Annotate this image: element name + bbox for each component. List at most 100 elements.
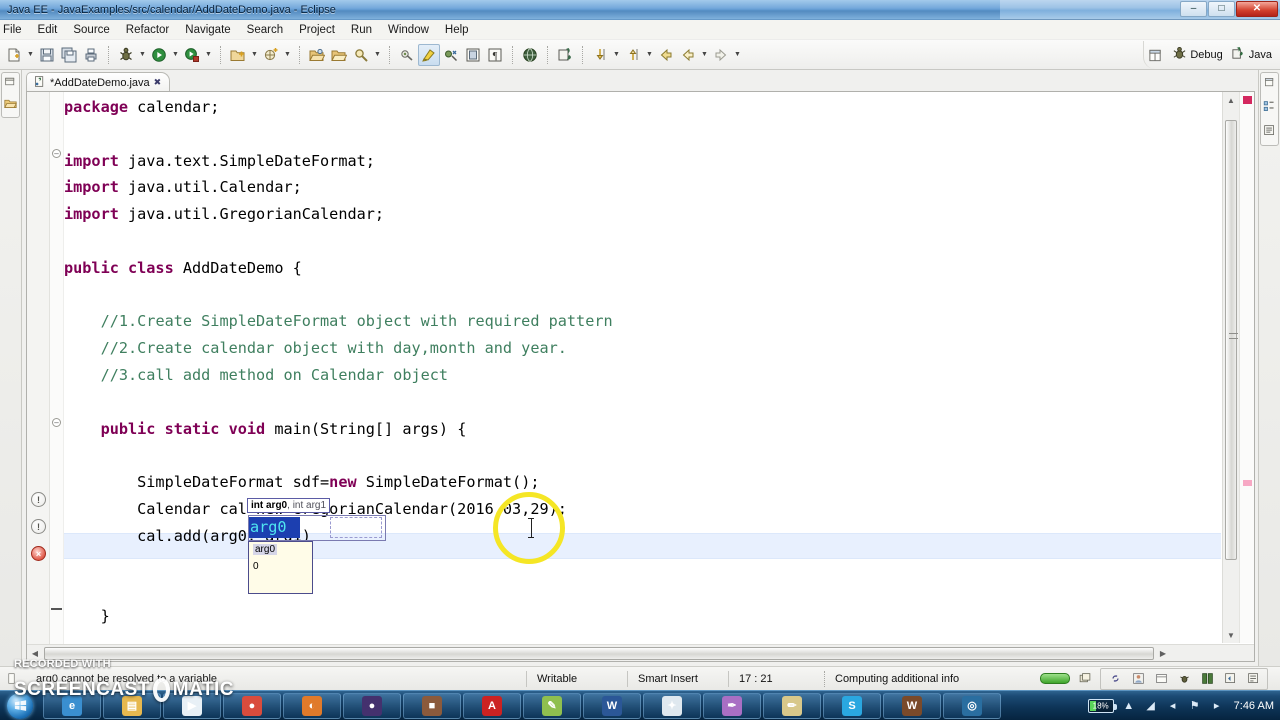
forward-icon[interactable] (710, 44, 732, 66)
code-line[interactable]: import java.util.Calendar; (64, 174, 1221, 201)
taskbar-item-internet-explorer[interactable]: e (43, 692, 101, 719)
taskbar-item-google-chrome[interactable]: ● (223, 692, 281, 719)
menu-item-project[interactable]: Project (291, 22, 343, 38)
open-task-icon[interactable] (328, 44, 350, 66)
maximize-button[interactable]: □ (1208, 1, 1235, 17)
code-line[interactable] (64, 389, 1221, 416)
menu-item-source[interactable]: Source (65, 22, 117, 38)
run-external-tools-icon[interactable] (181, 44, 203, 66)
new-package-icon[interactable] (260, 44, 282, 66)
outline-view-icon[interactable] (1263, 100, 1276, 118)
debug-icon[interactable] (115, 44, 137, 66)
previous-annotation-icon[interactable] (622, 44, 644, 66)
overview-warning-mark[interactable] (1243, 480, 1252, 486)
search-ref-icon[interactable] (350, 44, 372, 66)
chevron-down-icon[interactable]: ▼ (170, 44, 181, 66)
chevron-down-icon[interactable]: ▼ (372, 44, 383, 66)
taskbar-item-mozilla-firefox[interactable]: ◐ (283, 692, 341, 719)
speaker-icon[interactable]: ◂ (1166, 699, 1180, 713)
code-line[interactable]: public static void main(String[] args) { (64, 416, 1221, 443)
restore-icon[interactable] (1263, 76, 1276, 94)
editor-vertical-scrollbar[interactable]: ▲ ▼ (1222, 92, 1239, 643)
sync-trim-icon[interactable] (1222, 671, 1238, 687)
overview-ruler[interactable] (1239, 92, 1254, 643)
action-center-icon[interactable]: ⚑ (1188, 699, 1202, 713)
menu-item-help[interactable]: Help (437, 22, 477, 38)
menu-item-search[interactable]: Search (239, 22, 291, 38)
vertical-scroll-thumb[interactable] (1225, 120, 1238, 560)
open-perspective-icon[interactable] (554, 44, 576, 66)
package-explorer-icon[interactable] (4, 97, 17, 115)
close-icon[interactable]: ✖ (154, 77, 162, 88)
back-history-icon[interactable] (677, 44, 699, 66)
back-icon[interactable] (655, 44, 677, 66)
network-icon[interactable]: ◢ (1144, 699, 1158, 713)
show-hidden-icons[interactable]: ▲ (1122, 699, 1136, 713)
link-editor-icon[interactable] (1107, 671, 1123, 687)
taskbar-item-paint-app[interactable]: ✒ (703, 692, 761, 719)
task-list-icon[interactable] (1263, 124, 1276, 142)
parameter-arg1-box[interactable] (330, 517, 382, 538)
editor-tab-adddatedemo[interactable]: *AddDateDemo.java ✖ (26, 72, 171, 92)
perspective-java[interactable]: Java (1229, 46, 1274, 64)
scroll-left-arrow[interactable]: ◀ (27, 649, 43, 658)
user-profile-icon[interactable] (1130, 671, 1146, 687)
code-line[interactable] (64, 228, 1221, 255)
code-line[interactable] (64, 121, 1221, 148)
skip-breakpoints-icon[interactable] (440, 44, 462, 66)
chevron-down-icon[interactable]: ▼ (25, 44, 36, 66)
close-button[interactable]: ✕ (1236, 1, 1278, 17)
code-line[interactable]: import java.util.GregorianCalendar; (64, 201, 1221, 228)
error-marker[interactable]: × (31, 546, 46, 561)
minimize-button[interactable]: – (1180, 1, 1207, 17)
print-icon[interactable] (80, 44, 102, 66)
taskbar-item-microsoft-word[interactable]: W (583, 692, 641, 719)
code-line[interactable]: //2.Create calendar object with day,mont… (64, 335, 1221, 362)
code-line[interactable] (64, 282, 1221, 309)
scroll-up-arrow[interactable]: ▲ (1223, 92, 1239, 108)
warning-marker[interactable]: ! (31, 492, 46, 507)
toggle-highlight-icon[interactable] (418, 43, 440, 66)
taskbar-item-media-app[interactable]: ◎ (943, 692, 1001, 719)
chevron-down-icon[interactable]: ▼ (282, 44, 293, 66)
menu-item-window[interactable]: Window (380, 22, 437, 38)
editor-horizontal-scrollbar[interactable]: ◀ ▶ (27, 644, 1254, 661)
new-java-project-icon[interactable] (227, 44, 249, 66)
code-line[interactable]: cal.add(arg0, arg1) (64, 523, 1221, 550)
window-layout-icon[interactable] (1153, 671, 1169, 687)
code-line[interactable]: package calendar; (64, 94, 1221, 121)
chevron-down-icon[interactable]: ▼ (644, 44, 655, 66)
new-file-icon[interactable] (3, 44, 25, 66)
whitespace-icon[interactable]: ¶ (484, 44, 506, 66)
code-content[interactable]: package calendar; import java.text.Simpl… (64, 92, 1221, 643)
overview-error-mark[interactable] (1243, 96, 1252, 104)
horizontal-scroll-thumb[interactable] (44, 646, 1154, 660)
run-icon[interactable] (148, 44, 170, 66)
taskbar-item-skype[interactable]: S (823, 692, 881, 719)
taskbar-item-file-explorer[interactable]: ▤ (103, 692, 161, 719)
code-line[interactable]: Calendar cal=new GregorianCalendar(2016,… (64, 496, 1221, 523)
code-line[interactable] (64, 442, 1221, 469)
warning-marker[interactable]: ! (31, 519, 46, 534)
status-progress-detail-button[interactable] (1070, 670, 1100, 688)
chevron-down-icon[interactable]: ▼ (611, 44, 622, 66)
code-line[interactable] (64, 550, 1221, 577)
taskbar-item-satellite-app[interactable]: ✦ (643, 692, 701, 719)
taskbar-item-wampserver[interactable]: W (883, 692, 941, 719)
menu-item-file[interactable]: File (0, 22, 30, 38)
code-line[interactable]: import java.text.SimpleDateFormat; (64, 148, 1221, 175)
volume-icon[interactable]: ▸ (1210, 699, 1224, 713)
folding-column[interactable]: – – (50, 92, 64, 661)
web-browser-icon[interactable] (519, 44, 541, 66)
taskbar-clock[interactable]: 7:46 AM (1232, 700, 1274, 712)
start-button[interactable] (1, 692, 39, 720)
menu-item-refactor[interactable]: Refactor (118, 22, 177, 38)
fold-toggle-imports[interactable]: – (52, 149, 61, 158)
code-line[interactable]: public class AddDateDemo { (64, 255, 1221, 282)
menu-item-edit[interactable]: Edit (30, 22, 66, 38)
code-line[interactable]: //3.call add method on Calendar object (64, 362, 1221, 389)
block-selection-icon[interactable] (462, 44, 484, 66)
open-perspective-button[interactable] (1144, 44, 1166, 66)
editor-gutter[interactable]: ! ! × (27, 92, 50, 661)
fold-toggle-main[interactable]: – (52, 418, 61, 427)
